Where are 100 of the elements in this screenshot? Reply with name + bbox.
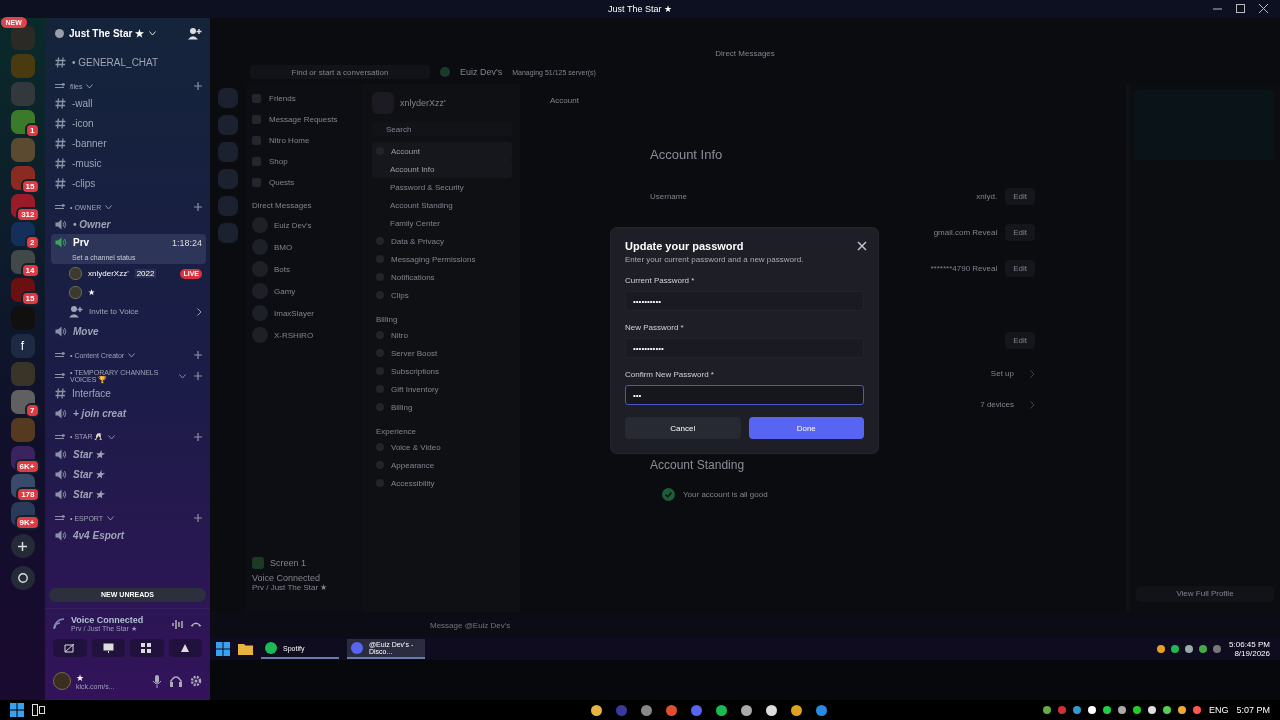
settings-item[interactable]: Appearance bbox=[372, 456, 512, 474]
settings-item[interactable]: Password & Security bbox=[372, 178, 512, 196]
plus-icon[interactable] bbox=[194, 433, 202, 441]
plus-icon[interactable] bbox=[194, 351, 202, 359]
dm-name[interactable]: Euiz Dev's bbox=[274, 220, 312, 230]
text-channel[interactable]: -music bbox=[72, 157, 102, 169]
password-field[interactable]: ••••••••••• bbox=[625, 338, 864, 358]
add-person-icon[interactable] bbox=[188, 26, 202, 40]
text-channel[interactable]: -icon bbox=[72, 117, 94, 129]
nav-item[interactable]: Nitro Home bbox=[252, 130, 362, 151]
voice-channel[interactable]: Star ★ bbox=[73, 468, 105, 480]
password-field[interactable]: ••• bbox=[625, 385, 864, 405]
voice-channel[interactable]: Move bbox=[73, 325, 99, 337]
server-icon[interactable]: f bbox=[10, 334, 35, 358]
clock[interactable]: 5:07 PM bbox=[1236, 705, 1270, 715]
settings-item[interactable]: Voice & Video bbox=[372, 438, 512, 456]
settings-item[interactable]: Clips bbox=[372, 286, 512, 304]
voice-channel[interactable]: 4v4 Esport bbox=[73, 529, 125, 541]
microphone-icon[interactable] bbox=[152, 674, 162, 688]
close-icon[interactable] bbox=[857, 241, 867, 251]
settings-item[interactable]: Messaging Permissions bbox=[372, 250, 512, 268]
edit-button[interactable]: Edit bbox=[1005, 259, 1035, 277]
app-icon[interactable] bbox=[590, 704, 602, 716]
text-channel[interactable]: -clips bbox=[72, 177, 96, 189]
settings-item[interactable]: Data & Privacy bbox=[372, 232, 512, 250]
cancel-button[interactable]: Cancel bbox=[625, 417, 741, 439]
maximize-icon[interactable] bbox=[1236, 4, 1245, 13]
windows-logo-icon[interactable] bbox=[216, 642, 230, 656]
invite-link[interactable]: Invite to Voice bbox=[89, 307, 139, 316]
text-channel[interactable]: • GENERAL_CHAT bbox=[72, 56, 159, 68]
settings-item[interactable]: Accessibility bbox=[372, 474, 512, 492]
text-channel[interactable]: -wall bbox=[72, 97, 93, 109]
language-indicator[interactable]: ENG bbox=[1208, 705, 1229, 715]
headphones-icon[interactable] bbox=[170, 675, 182, 687]
edit-button[interactable]: Edit bbox=[1005, 187, 1035, 205]
activities-button[interactable] bbox=[130, 639, 164, 657]
server-header[interactable]: Just The Star ★ bbox=[45, 18, 210, 48]
nav-item[interactable]: Message Requests bbox=[252, 109, 362, 130]
folder-icon[interactable] bbox=[238, 643, 253, 655]
voice-channel[interactable]: Star ★ bbox=[73, 448, 105, 460]
message-field[interactable]: Message @Euiz Dev's bbox=[430, 620, 930, 630]
dm-name[interactable]: X-RSHIRO bbox=[274, 330, 314, 340]
edit-button[interactable]: Edit bbox=[1005, 331, 1035, 349]
plus-icon[interactable] bbox=[194, 82, 202, 90]
screen-share-button[interactable] bbox=[91, 639, 125, 657]
app-icon[interactable] bbox=[715, 704, 727, 716]
voice-channel[interactable]: Star ★ bbox=[73, 488, 105, 500]
close-icon[interactable] bbox=[1259, 4, 1268, 13]
settings-item[interactable]: Account Standing bbox=[372, 196, 512, 214]
plus-icon[interactable] bbox=[194, 514, 202, 522]
add-server-button[interactable] bbox=[10, 534, 35, 558]
app-icon[interactable] bbox=[790, 704, 802, 716]
dm-name[interactable]: Gamy bbox=[274, 286, 296, 296]
discover-button[interactable] bbox=[10, 566, 35, 590]
app-icon[interactable] bbox=[740, 704, 752, 716]
dm-name[interactable]: BMO bbox=[274, 242, 293, 252]
windows-logo-icon[interactable] bbox=[10, 703, 24, 717]
settings-item[interactable]: Notifications bbox=[372, 268, 512, 286]
settings-icon[interactable] bbox=[190, 675, 202, 687]
plus-icon[interactable] bbox=[194, 203, 202, 211]
soundboard-button[interactable] bbox=[168, 639, 202, 657]
voice-channel[interactable]: • Owner bbox=[73, 218, 111, 230]
settings-item[interactable]: Subscriptions bbox=[372, 362, 512, 380]
done-button[interactable]: Done bbox=[748, 417, 864, 439]
setting-link[interactable]: 7 devices bbox=[980, 400, 1014, 409]
settings-item[interactable]: Billing bbox=[372, 398, 512, 416]
settings-item[interactable]: Account bbox=[372, 142, 512, 160]
view-profile-button[interactable]: View Full Profile bbox=[1136, 586, 1274, 602]
settings-item[interactable]: Gift Inventory bbox=[372, 380, 512, 398]
text-channel[interactable]: -banner bbox=[72, 137, 107, 149]
chevron-icon[interactable] bbox=[197, 307, 202, 316]
member-name[interactable]: xnlyderXzz' bbox=[88, 269, 129, 278]
app-icon[interactable] bbox=[765, 704, 777, 716]
text-channel[interactable]: Interface bbox=[72, 387, 111, 399]
server-icon[interactable] bbox=[10, 222, 35, 246]
setting-link[interactable]: Set up bbox=[990, 369, 1014, 378]
member-name[interactable]: ★ bbox=[88, 288, 95, 297]
app-icon[interactable] bbox=[640, 704, 652, 716]
search-field[interactable]: Find or start a conversation bbox=[250, 65, 430, 79]
nav-item[interactable]: Quests bbox=[252, 172, 362, 193]
spotify-logo-icon[interactable] bbox=[265, 642, 277, 654]
search-field[interactable]: Search bbox=[372, 122, 512, 136]
settings-item[interactable]: Account Info bbox=[372, 160, 512, 178]
nav-item[interactable]: Friends bbox=[252, 88, 362, 109]
soundboard-icon[interactable] bbox=[172, 618, 184, 630]
dm-name[interactable]: Bots bbox=[274, 264, 290, 274]
voice-channel[interactable]: + join creat bbox=[73, 407, 127, 419]
settings-item[interactable]: Nitro bbox=[372, 326, 512, 344]
dm-name[interactable]: ImaxSlayer bbox=[274, 308, 314, 318]
settings-item[interactable]: Server Boost bbox=[372, 344, 512, 362]
discord-logo-icon[interactable] bbox=[351, 642, 363, 654]
voice-channel-link[interactable]: Prv / Just The Star ★ bbox=[252, 583, 362, 612]
settings-item[interactable]: Family Center bbox=[372, 214, 512, 232]
password-field[interactable]: •••••••••• bbox=[625, 291, 864, 311]
edit-button[interactable]: Edit bbox=[1005, 223, 1035, 241]
nav-item[interactable]: Shop bbox=[252, 151, 362, 172]
task-view-icon[interactable] bbox=[32, 704, 45, 716]
clock[interactable]: 5:06:45 PM 8/19/2026 bbox=[1229, 640, 1280, 658]
camera-off-button[interactable] bbox=[53, 639, 87, 657]
hang-up-icon[interactable] bbox=[190, 621, 202, 627]
